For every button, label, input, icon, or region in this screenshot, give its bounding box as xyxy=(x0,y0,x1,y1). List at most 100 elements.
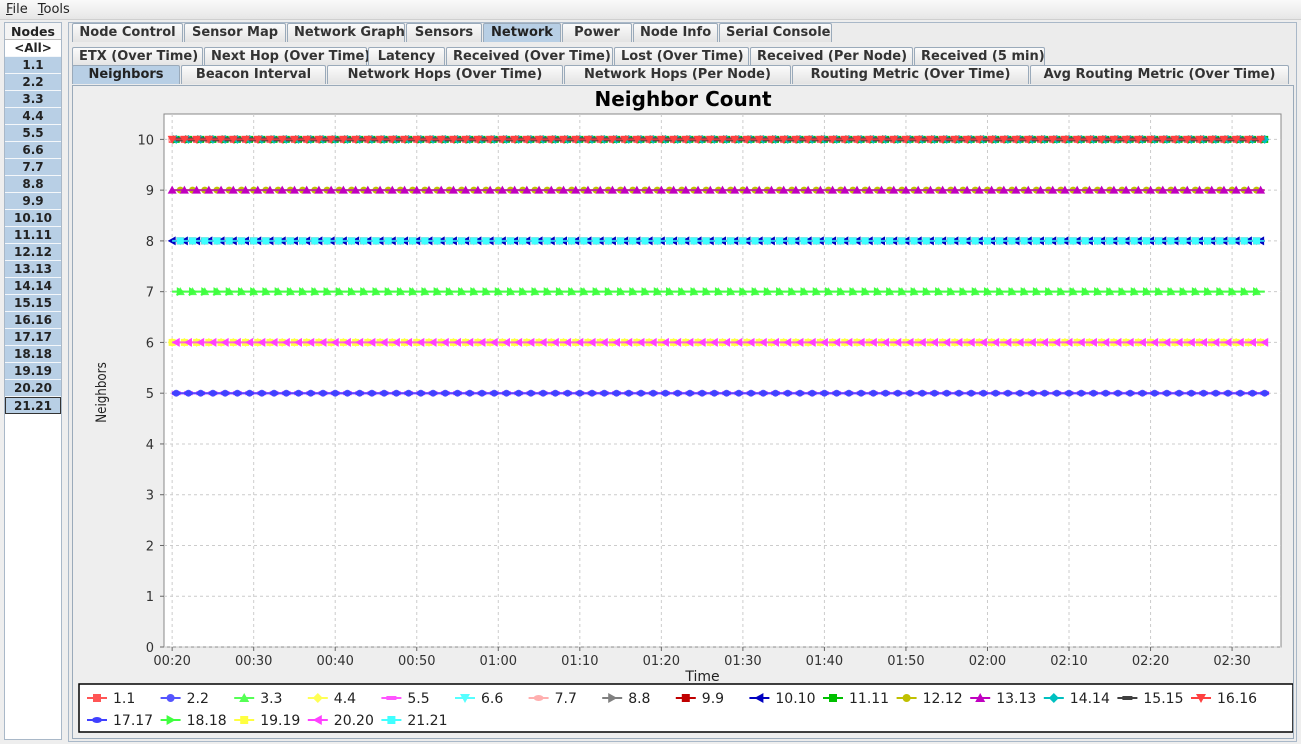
tab-network-hops-over-time[interactable]: Network Hops (Over Time) xyxy=(327,65,563,84)
data-point xyxy=(844,390,854,396)
tab-network[interactable]: Network xyxy=(483,23,561,42)
node-item[interactable]: 19.19 xyxy=(5,363,61,380)
node-item[interactable]: 5.5 xyxy=(5,125,61,142)
tab-sensor-map[interactable]: Sensor Map xyxy=(184,23,286,42)
tab-serial-console[interactable]: Serial Console xyxy=(719,23,832,42)
data-point xyxy=(636,390,646,396)
data-point xyxy=(470,237,478,245)
node-item[interactable]: 7.7 xyxy=(5,159,61,176)
tab-routing-metric-over-time[interactable]: Routing Metric (Over Time) xyxy=(792,65,1029,84)
tab-received-over-time[interactable]: Received (Over Time) xyxy=(446,47,613,66)
node-item[interactable]: 18.18 xyxy=(5,346,61,363)
y-tick-label: 1 xyxy=(146,590,154,605)
node-item[interactable]: 8.8 xyxy=(5,176,61,193)
tab-beacon-interval[interactable]: Beacon Interval xyxy=(181,65,326,84)
tab-avg-routing-metric-over-time[interactable]: Avg Routing Metric (Over Time) xyxy=(1030,65,1289,84)
data-point xyxy=(538,390,548,396)
tab-latency[interactable]: Latency xyxy=(368,47,445,66)
data-point xyxy=(196,390,206,396)
data-point xyxy=(482,237,490,245)
x-tick-label: 00:50 xyxy=(398,654,435,669)
chart-title: Neighbor Count xyxy=(594,87,771,111)
node-item[interactable]: 20.20 xyxy=(5,380,61,397)
y-tick-label: 2 xyxy=(146,539,154,554)
main-panel: Node Control Sensor Map Network Graph Senso… xyxy=(68,22,1297,742)
nodes-items: <All> 1.1 2.2 3.3 4.4 5.5 6.6 7.7 8.8 9.9 10.10 11.… xyxy=(5,40,61,414)
tab-lost-over-time[interactable]: Lost (Over Time) xyxy=(614,47,749,66)
network-tabs-row2: ETX (Over Time) Next Hop (Over Time) Laten… xyxy=(72,47,1046,66)
data-point xyxy=(1088,390,1098,396)
data-point xyxy=(335,237,343,245)
menu-file[interactable]: File xyxy=(4,2,36,17)
legend-label: 5.5 xyxy=(407,691,429,707)
tab-next-hop-over-time[interactable]: Next Hop (Over Time) xyxy=(204,47,370,66)
data-point xyxy=(1174,390,1184,396)
node-item[interactable]: 3.3 xyxy=(5,91,61,108)
node-item[interactable]: 1.1 xyxy=(5,57,61,74)
node-item[interactable]: 21.21 xyxy=(5,397,61,414)
tab-received-per-node[interactable]: Received (Per Node) xyxy=(750,47,913,66)
data-point xyxy=(550,390,560,396)
data-point xyxy=(739,237,747,245)
x-tick-label: 01:40 xyxy=(806,654,843,669)
data-point xyxy=(1253,237,1261,245)
node-item[interactable]: 9.9 xyxy=(5,193,61,210)
tab-sensors[interactable]: Sensors xyxy=(406,23,482,42)
network-tabs-row3: Neighbors Beacon Interval Network Hops (Ov… xyxy=(72,65,1294,84)
data-point xyxy=(428,390,438,396)
data-point xyxy=(1057,237,1065,245)
node-item[interactable]: 15.15 xyxy=(5,295,61,312)
node-item[interactable]: 16.16 xyxy=(5,312,61,329)
data-point xyxy=(788,237,796,245)
data-point xyxy=(727,237,735,245)
data-point xyxy=(274,237,282,245)
node-item[interactable]: 14.14 xyxy=(5,278,61,295)
data-point xyxy=(673,390,683,396)
node-item[interactable]: 13.13 xyxy=(5,261,61,278)
data-point xyxy=(342,390,352,396)
y-tick-label: 9 xyxy=(146,184,154,199)
node-item[interactable]: 6.6 xyxy=(5,142,61,159)
legend-label: 20.20 xyxy=(334,713,374,729)
legend-label: 17.17 xyxy=(113,713,153,729)
tab-etx-over-time[interactable]: ETX (Over Time) xyxy=(72,47,203,66)
tab-network-graph[interactable]: Network Graph xyxy=(287,23,405,42)
tab-network-hops-per-node[interactable]: Network Hops (Per Node) xyxy=(564,65,791,84)
data-point xyxy=(225,237,233,245)
data-point xyxy=(262,237,270,245)
tab-power[interactable]: Power xyxy=(562,23,632,42)
data-point xyxy=(299,237,307,245)
data-point xyxy=(690,237,698,245)
data-point xyxy=(1142,237,1150,245)
legend-marker xyxy=(902,694,911,702)
data-point xyxy=(318,390,328,396)
data-point xyxy=(660,390,670,396)
data-point xyxy=(800,237,808,245)
data-point xyxy=(1137,390,1147,396)
data-point xyxy=(1204,237,1212,245)
node-item-all[interactable]: <All> xyxy=(5,40,61,57)
menubar: File Tools xyxy=(0,0,1301,20)
data-point xyxy=(776,237,784,245)
tab-neighbors[interactable]: Neighbors xyxy=(72,65,180,84)
menu-tools[interactable]: Tools xyxy=(36,2,78,17)
data-point xyxy=(910,237,918,245)
data-point xyxy=(714,237,722,245)
legend-label: 1.1 xyxy=(113,691,135,707)
data-point xyxy=(942,390,952,396)
data-point xyxy=(599,390,609,396)
tab-node-control[interactable]: Node Control xyxy=(72,23,183,42)
tab-node-info[interactable]: Node Info xyxy=(633,23,718,42)
tab-received-5-min[interactable]: Received (5 min) xyxy=(914,47,1045,66)
data-point xyxy=(617,237,625,245)
x-tick-label: 01:10 xyxy=(561,654,598,669)
data-point xyxy=(372,237,380,245)
node-item[interactable]: 4.4 xyxy=(5,108,61,125)
node-item[interactable]: 12.12 xyxy=(5,244,61,261)
node-item[interactable]: 11.11 xyxy=(5,227,61,244)
node-item[interactable]: 17.17 xyxy=(5,329,61,346)
node-item[interactable]: 2.2 xyxy=(5,74,61,91)
data-point xyxy=(1027,390,1037,396)
legend-label: 3.3 xyxy=(260,691,282,707)
node-item[interactable]: 10.10 xyxy=(5,210,61,227)
